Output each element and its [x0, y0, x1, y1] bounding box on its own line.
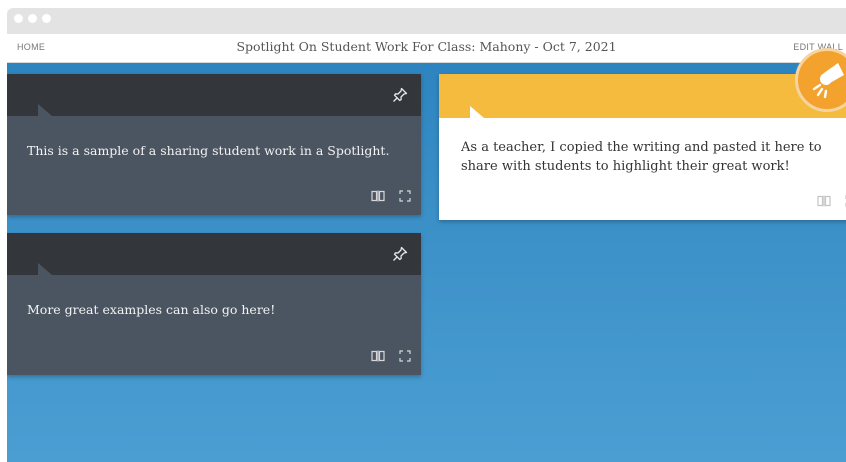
card-text: More great examples can also go here!: [27, 302, 276, 317]
card-body: More great examples can also go here!: [7, 275, 421, 375]
card-footer-icons: [817, 194, 846, 208]
spotlight-wall: This is a sample of a sharing student wo…: [7, 63, 846, 462]
window-minimize-dot[interactable]: [28, 14, 37, 23]
card-notch: [38, 263, 52, 275]
top-navbar: HOME Spotlight On Student Work For Class…: [7, 34, 846, 63]
window-close-dot[interactable]: [14, 14, 23, 23]
card-header: [439, 74, 846, 118]
book-icon[interactable]: [371, 190, 385, 202]
spotlight-card[interactable]: More great examples can also go here!: [7, 233, 421, 375]
book-icon[interactable]: [371, 350, 385, 362]
card-footer-icons: [371, 349, 411, 363]
spotlight-card[interactable]: This is a sample of a sharing student wo…: [7, 74, 421, 215]
card-text: As a teacher, I copied the writing and p…: [461, 140, 822, 174]
window-zoom-dot[interactable]: [42, 14, 51, 23]
page-title: Spotlight On Student Work For Class: Mah…: [236, 39, 617, 54]
spotlight-icon: [812, 63, 844, 99]
spotlight-badge[interactable]: [795, 48, 846, 112]
card-header: [7, 74, 421, 116]
card-header: [7, 233, 421, 275]
pin-icon[interactable]: [391, 86, 409, 104]
card-text: This is a sample of a sharing student wo…: [27, 143, 390, 158]
book-icon[interactable]: [817, 195, 831, 207]
card-body: This is a sample of a sharing student wo…: [7, 116, 421, 215]
expand-icon[interactable]: [399, 350, 411, 362]
card-footer-icons: [371, 189, 411, 203]
spotlight-card-highlighted[interactable]: As a teacher, I copied the writing and p…: [439, 74, 846, 220]
pin-icon[interactable]: [391, 245, 409, 263]
card-notch: [38, 104, 52, 116]
card-body: As a teacher, I copied the writing and p…: [439, 118, 846, 220]
window-titlebar: [7, 8, 846, 34]
card-notch: [470, 106, 484, 118]
expand-icon[interactable]: [399, 190, 411, 202]
